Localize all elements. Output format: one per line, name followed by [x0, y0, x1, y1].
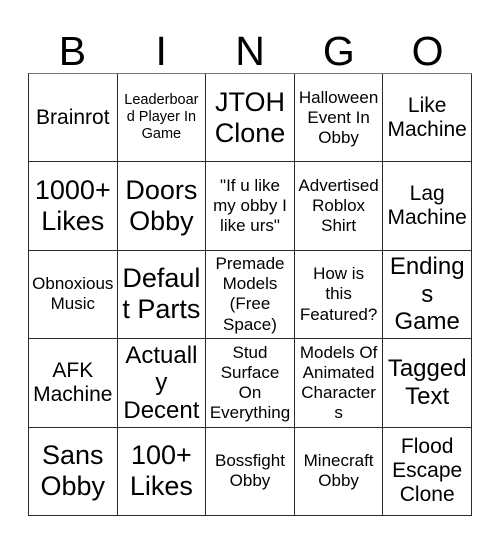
bingo-header-letter-o: O [411, 28, 444, 74]
bingo-cell[interactable]: Flood Escape Clone [383, 427, 472, 516]
bingo-cell-label: "If u like my obby I like urs" [213, 176, 287, 236]
bingo-cell-label: Flood Escape Clone [392, 435, 463, 507]
bingo-cell[interactable]: Obnoxious Music [29, 250, 118, 340]
bingo-cell-label: Leaderboard Player In Game [124, 91, 199, 143]
bingo-cell-label: Tagged Text [387, 355, 467, 410]
bingo-cell-label: AFK Machine [33, 358, 113, 406]
bingo-cell-label: Endings Game [389, 253, 465, 336]
bingo-cell[interactable]: Brainrot [29, 74, 118, 163]
bingo-cell-label: Bossfight Obby [215, 451, 285, 491]
bingo-grid: Brainrot Leaderboard Player In Game JTOH C… [28, 73, 472, 516]
bingo-card: B I N G O Brainrot Leaderboard Player In Game… [0, 0, 500, 544]
bingo-cell[interactable]: Bossfight Obby [206, 427, 295, 516]
bingo-header-letter-g: G [322, 28, 355, 74]
bingo-cell[interactable]: Stud Surface On Everything [206, 339, 295, 428]
bingo-cell-label: Default Parts [122, 263, 201, 325]
bingo-cell[interactable]: Advertised Roblox Shirt [294, 162, 384, 251]
bingo-cell-label: JTOH Clone [214, 86, 286, 148]
bingo-cell[interactable]: Sans Obby [29, 427, 118, 516]
bingo-cell-label: 1000+ Likes [34, 175, 111, 237]
bingo-cell[interactable]: 100+ Likes [117, 427, 207, 516]
bingo-cell-label: Obnoxious Music [32, 274, 114, 314]
bingo-cell[interactable]: Leaderboard Player In Game [117, 74, 207, 163]
bingo-header-row: BINGO [28, 14, 472, 72]
bingo-cell-label: Models Of Animated Characters [299, 342, 378, 422]
bingo-cell[interactable]: AFK Machine [29, 339, 118, 428]
bingo-cell-label: How is this Featured? [299, 264, 378, 324]
bingo-cell-label: Lag Machine [387, 181, 467, 230]
bingo-cell-label: Sans Obby [40, 440, 106, 502]
bingo-cell-label: 100+ Likes [129, 440, 193, 502]
bingo-cell-label: Premade Models (Free Space) [215, 254, 285, 334]
bingo-cell[interactable]: How is this Featured? [294, 250, 384, 340]
bingo-cell-label: Actually Decent [123, 341, 200, 424]
bingo-cell[interactable]: Endings Game [383, 250, 472, 340]
bingo-cell-label: Doors Obby [125, 175, 198, 237]
bingo-cell[interactable]: Models Of Animated Characters [294, 339, 384, 428]
bingo-cell-label: Brainrot [36, 105, 110, 129]
bingo-cell[interactable]: Doors Obby [117, 162, 207, 251]
bingo-cell[interactable]: Default Parts [117, 250, 207, 340]
bingo-cell[interactable]: "If u like my obby I like urs" [206, 162, 295, 251]
bingo-cell-label: Stud Surface On Everything [209, 342, 291, 422]
bingo-cell[interactable]: Tagged Text [383, 339, 472, 428]
bingo-cell[interactable]: Minecraft Obby [294, 427, 384, 516]
bingo-cell[interactable]: Halloween Event In Obby [294, 74, 384, 163]
bingo-cell-free-space[interactable]: Premade Models (Free Space) [206, 250, 295, 340]
bingo-cell[interactable]: Like Machine [383, 74, 472, 163]
bingo-cell-label: Advertised Roblox Shirt [298, 176, 379, 236]
bingo-cell[interactable]: Lag Machine [383, 162, 472, 251]
bingo-cell[interactable]: Actually Decent [117, 339, 207, 428]
bingo-cell[interactable]: 1000+ Likes [29, 162, 118, 251]
bingo-cell-label: Minecraft Obby [303, 451, 374, 491]
bingo-cell-label: Like Machine [387, 93, 467, 141]
bingo-cell-label: Halloween Event In Obby [298, 87, 379, 147]
bingo-header-letter-i: I [155, 28, 167, 74]
bingo-header-letter-n: N [235, 28, 265, 74]
bingo-cell[interactable]: JTOH Clone [206, 74, 295, 163]
bingo-header-letter-b: B [58, 28, 87, 74]
